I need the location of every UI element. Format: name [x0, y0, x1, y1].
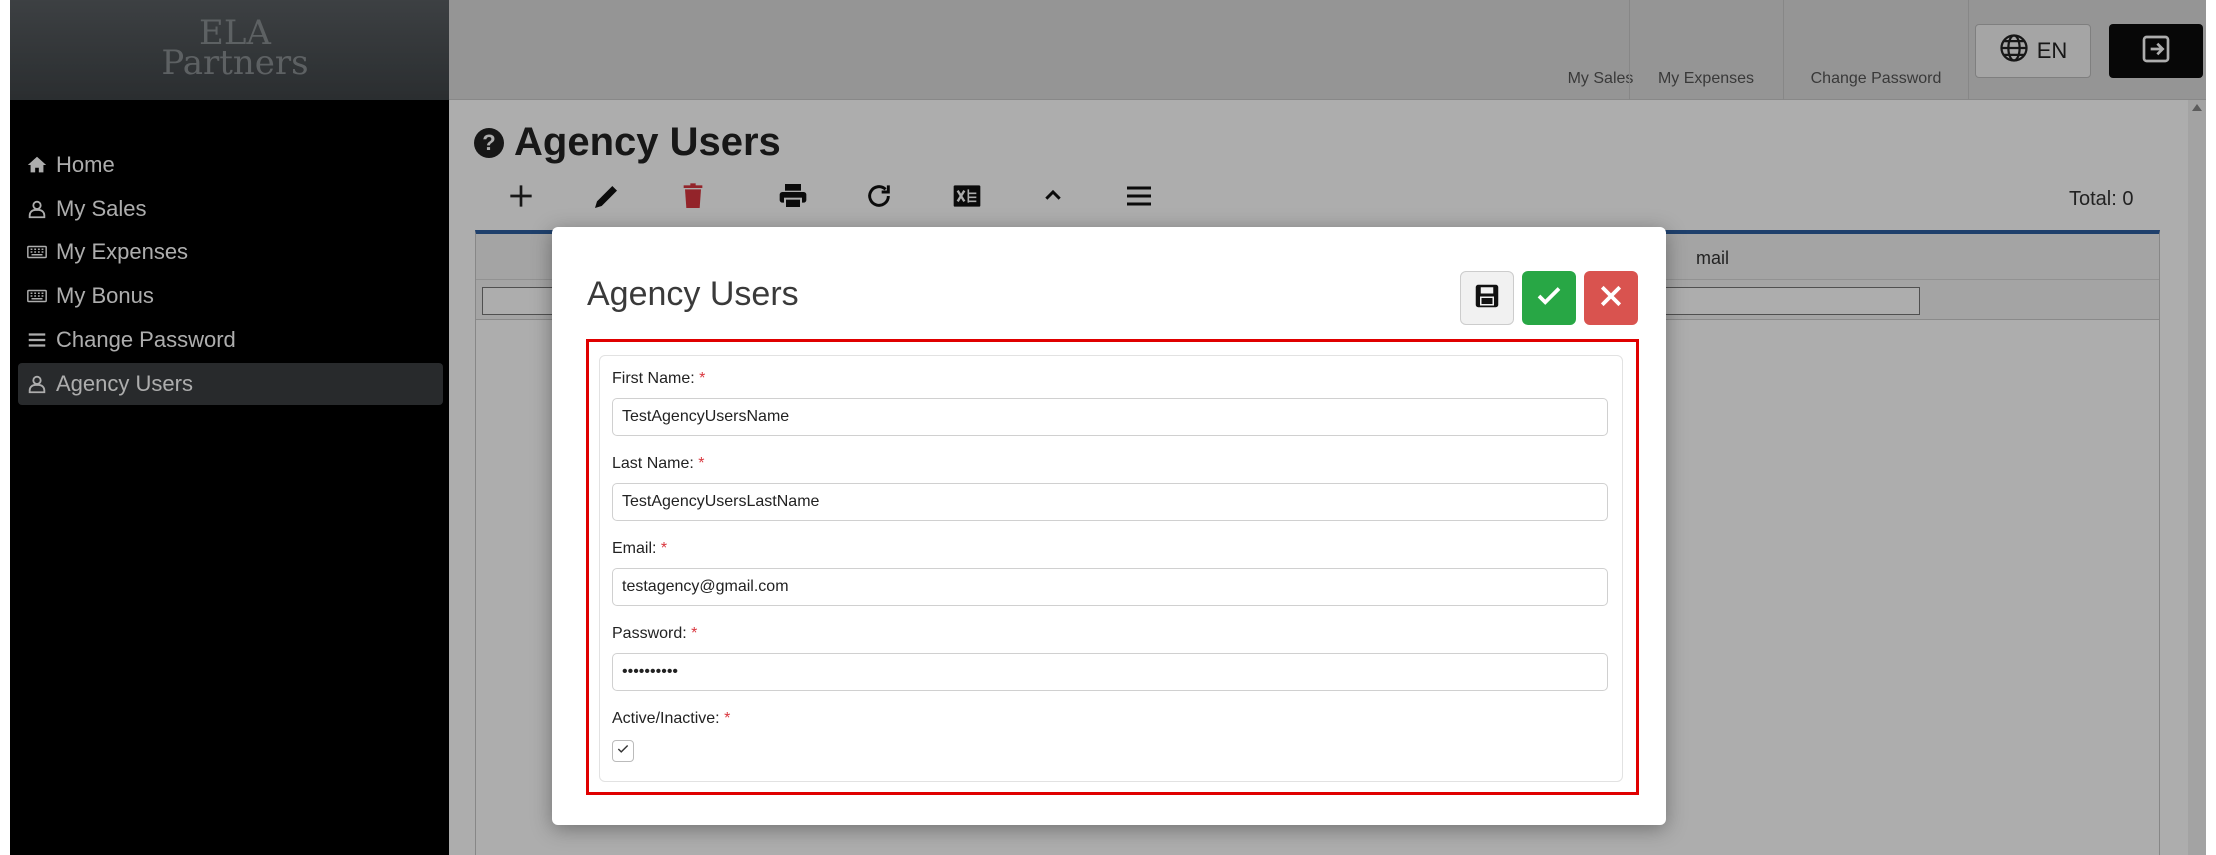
first-name-field[interactable]: TestAgencyUsersName [612, 398, 1608, 436]
checkmark-icon [616, 742, 630, 761]
close-button[interactable] [1584, 271, 1638, 325]
checkmark-icon [1534, 281, 1564, 316]
close-icon [1596, 281, 1626, 316]
app-window: ELA Partners My Sales My Expenses Change… [10, 0, 2206, 855]
active-inactive-label: Active/Inactive: * [612, 710, 730, 728]
agency-users-dialog: Agency Users First Name: * TestAgencyUse… [552, 227, 1666, 825]
field-label-text: Last Name: [612, 455, 694, 472]
last-name-value: TestAgencyUsersLastName [622, 493, 820, 510]
required-mark: * [698, 455, 705, 472]
required-mark: * [660, 540, 668, 557]
field-label-text: First Name: [612, 370, 695, 387]
email-label: Email: * [612, 540, 667, 558]
field-label-text: Email: [612, 540, 657, 557]
field-label-text: Active/Inactive: [612, 710, 720, 727]
password-field[interactable]: •••••••••• [612, 653, 1608, 691]
floppy-disk-icon [1472, 281, 1502, 316]
active-checkbox[interactable] [612, 740, 634, 762]
required-mark: * [691, 625, 698, 642]
last-name-field[interactable]: TestAgencyUsersLastName [612, 483, 1608, 521]
first-name-label: First Name: * [612, 370, 705, 388]
password-label: Password: * [612, 625, 697, 643]
last-name-label: Last Name: * [612, 455, 705, 473]
required-mark: * [724, 710, 731, 727]
dialog-title: Agency Users [587, 275, 799, 313]
form-card: First Name: * TestAgencyUsersName Last N… [599, 355, 1623, 782]
save-button[interactable] [1460, 271, 1514, 325]
field-label-text: Password: [612, 625, 687, 642]
first-name-value: TestAgencyUsersName [622, 408, 790, 425]
email-field[interactable]: testagency@gmail.com [612, 568, 1608, 606]
email-value: testagency@gmail.com [622, 578, 789, 595]
required-mark: * [699, 370, 706, 387]
confirm-button[interactable] [1522, 271, 1576, 325]
password-value: •••••••••• [622, 663, 679, 680]
